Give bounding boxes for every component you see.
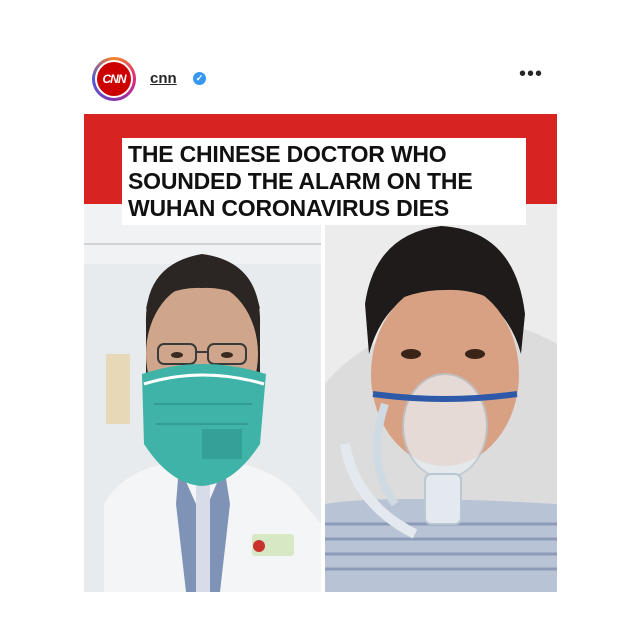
headline-line: WUHAN CORONAVIRUS DIES: [128, 195, 450, 221]
avatar[interactable]: CNN: [92, 57, 136, 101]
verified-badge-icon: ✓: [193, 72, 206, 85]
doctor-in-mask-photo: [84, 204, 321, 592]
username[interactable]: cnn: [150, 70, 177, 87]
post-image[interactable]: THE CHINESE DOCTOR WHO SOUNDED THE ALARM…: [84, 114, 557, 592]
headline: THE CHINESE DOCTOR WHO SOUNDED THE ALARM…: [122, 138, 526, 225]
doctor-in-oxygen-mask-photo: [325, 204, 557, 592]
headline-line: SOUNDED THE ALARM ON THE: [128, 168, 473, 194]
post-header: CNN cnn ✓ •••: [0, 0, 640, 110]
more-options-icon[interactable]: •••: [519, 63, 543, 86]
cnn-logo: CNN: [97, 62, 131, 96]
headline-line: THE CHINESE DOCTOR WHO: [128, 141, 447, 167]
